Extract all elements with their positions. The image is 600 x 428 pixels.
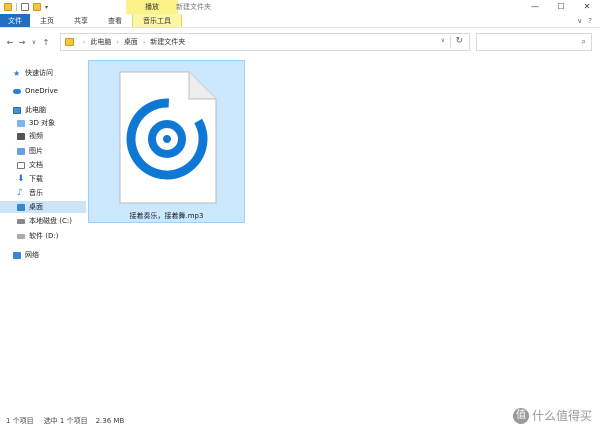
documents-icon xyxy=(17,161,25,169)
sidebar-item-3d-objects[interactable]: 3D 对象 xyxy=(0,117,86,129)
sidebar-item-label: 文档 xyxy=(29,161,43,169)
status-bar: 1 个项目 选中 1 个项目 2.36 MB xyxy=(0,414,600,428)
video-icon xyxy=(17,132,25,140)
divider xyxy=(16,3,17,11)
item-count: 1 个项目 xyxy=(6,417,34,425)
minimize-button[interactable]: — xyxy=(522,0,548,14)
file-name: 接着奏乐，接着舞.mp3 xyxy=(129,212,204,220)
close-button[interactable]: ✕ xyxy=(574,0,600,14)
sidebar-item-desktop[interactable]: 桌面 xyxy=(0,201,86,213)
ribbon-tabs: 文件 主页 共享 查看 音乐工具 ∨ ? xyxy=(0,14,600,28)
watermark-badge: 值 xyxy=(512,407,529,424)
sidebar-item-videos[interactable]: 视频 xyxy=(0,130,86,142)
search-input[interactable]: ⌕ xyxy=(476,33,592,51)
sidebar-item-quick-access[interactable]: ★ 快速访问 xyxy=(0,67,86,79)
divider xyxy=(450,36,451,48)
ribbon-right-controls: ∨ ? xyxy=(577,14,600,27)
folder-icon xyxy=(65,38,74,46)
groove-music-file-icon xyxy=(119,71,217,204)
address-dropdown-icon[interactable]: ∨ xyxy=(441,37,445,44)
sidebar-item-music[interactable]: ♪ 音乐 xyxy=(0,187,86,199)
customize-toolbar-icon[interactable]: ▾ xyxy=(45,4,48,11)
sidebar-item-pictures[interactable]: 图片 xyxy=(0,145,86,157)
sidebar-item-label: 快速访问 xyxy=(25,69,53,77)
download-icon: ⬇ xyxy=(17,173,25,184)
sidebar-item-network[interactable]: 网络 xyxy=(0,249,86,261)
sidebar-item-label: 软件 (D:) xyxy=(29,232,59,240)
quick-access-toolbar: ▾ xyxy=(0,0,48,14)
window-title: 新建文件夹 xyxy=(176,3,211,11)
sidebar-item-this-pc[interactable]: 此电脑 xyxy=(0,104,86,116)
watermark: 值 什么值得买 xyxy=(512,407,592,424)
sidebar-item-label: 视频 xyxy=(29,132,43,140)
pictures-icon xyxy=(17,147,25,155)
sidebar-item-onedrive[interactable]: OneDrive xyxy=(0,85,86,97)
breadcrumb-separator[interactable]: › xyxy=(143,39,145,46)
sidebar-item-label: 桌面 xyxy=(29,203,43,211)
breadcrumb-desktop[interactable]: 桌面 xyxy=(124,37,138,47)
music-icon: ♪ xyxy=(17,187,23,198)
network-icon xyxy=(13,251,21,259)
breadcrumb-separator[interactable]: › xyxy=(116,39,118,46)
sidebar-item-local-disk-c[interactable]: 本地磁盘 (C:) xyxy=(0,215,86,227)
breadcrumb-this-pc[interactable]: 此电脑 xyxy=(90,37,111,47)
search-icon[interactable]: ⌕ xyxy=(582,37,586,47)
sidebar-item-label: 图片 xyxy=(29,147,43,155)
tab-view[interactable]: 查看 xyxy=(98,14,132,27)
properties-icon[interactable] xyxy=(21,3,29,11)
address-bar[interactable]: › 此电脑 › 桌面 › 新建文件夹 ∨ ↻ xyxy=(60,33,470,51)
star-icon: ★ xyxy=(13,68,21,78)
pc-icon xyxy=(13,106,21,114)
sidebar-item-label: 此电脑 xyxy=(25,106,46,114)
maximize-button[interactable]: ☐ xyxy=(548,0,574,14)
cloud-icon xyxy=(13,88,21,94)
recent-locations-icon[interactable]: ∨ xyxy=(28,39,40,46)
sidebar-item-label: 网络 xyxy=(25,251,39,259)
expand-ribbon-icon[interactable]: ∨ xyxy=(577,17,582,25)
sidebar-item-label: 音乐 xyxy=(29,189,43,197)
tab-home[interactable]: 主页 xyxy=(30,14,64,27)
folder-icon xyxy=(4,3,12,11)
sidebar-item-label: 下载 xyxy=(29,175,43,183)
up-arrow-icon[interactable]: ↑ xyxy=(40,38,52,47)
contextual-tab-title: 播放 xyxy=(126,0,178,14)
sidebar-item-label: 3D 对象 xyxy=(29,119,56,127)
sidebar-item-label: OneDrive xyxy=(25,87,58,95)
sidebar-item-documents[interactable]: 文档 xyxy=(0,159,86,171)
sidebar-item-downloads[interactable]: ⬇ 下载 xyxy=(0,173,86,185)
breadcrumb-separator: › xyxy=(83,38,86,46)
help-icon[interactable]: ? xyxy=(588,17,592,25)
back-arrow-icon[interactable]: ← xyxy=(4,38,16,47)
file-item[interactable]: 接着奏乐，接着舞.mp3 xyxy=(88,60,245,223)
forward-arrow-icon[interactable]: → xyxy=(16,38,28,47)
desktop-icon xyxy=(17,203,25,211)
navigation-pane: ★ 快速访问 OneDrive 此电脑 3D 对象 视频 图片 文档 ⬇ 下载 … xyxy=(0,58,86,408)
selected-size: 2.36 MB xyxy=(95,417,125,425)
window-controls: — ☐ ✕ xyxy=(522,0,600,14)
new-folder-icon[interactable] xyxy=(33,3,41,11)
drive-icon xyxy=(17,233,25,239)
sidebar-item-software-d[interactable]: 软件 (D:) xyxy=(0,230,86,242)
3d-objects-icon xyxy=(17,119,25,127)
tab-share[interactable]: 共享 xyxy=(64,14,98,27)
watermark-text: 什么值得买 xyxy=(531,409,592,423)
drive-icon xyxy=(17,218,25,224)
tab-music-tools[interactable]: 音乐工具 xyxy=(132,14,182,27)
breadcrumb-new-folder[interactable]: 新建文件夹 xyxy=(150,37,185,47)
selected-count: 选中 1 个项目 xyxy=(43,417,88,425)
refresh-icon[interactable]: ↻ xyxy=(455,36,463,46)
title-bar: ▾ 播放 新建文件夹 — ☐ ✕ xyxy=(0,0,600,14)
tab-file[interactable]: 文件 xyxy=(0,14,30,27)
navigation-bar: ← → ∨ ↑ › 此电脑 › 桌面 › 新建文件夹 ∨ ↻ ⌕ xyxy=(0,30,600,54)
sidebar-item-label: 本地磁盘 (C:) xyxy=(29,217,72,225)
